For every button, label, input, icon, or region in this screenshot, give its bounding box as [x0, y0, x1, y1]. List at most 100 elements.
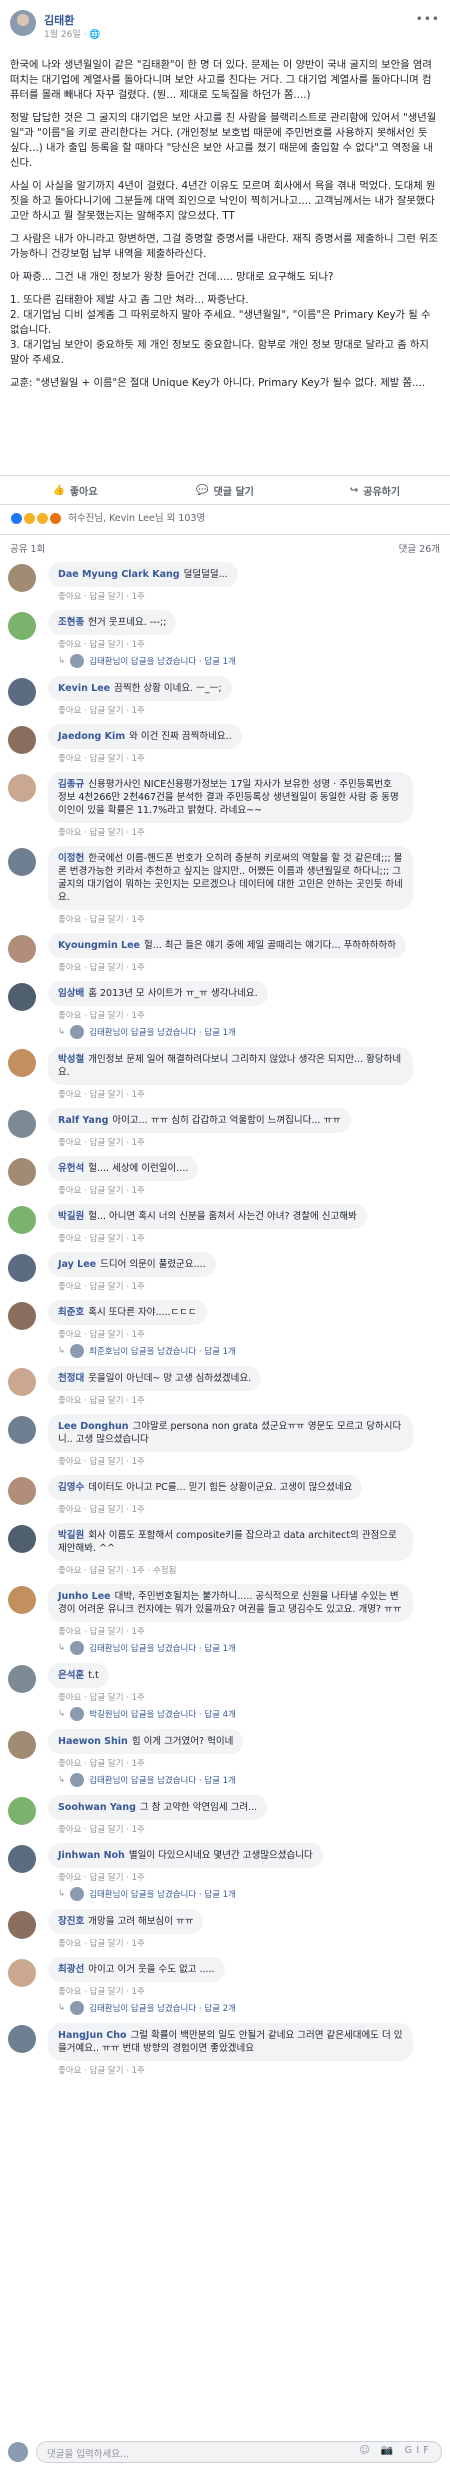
comment-actions[interactable]: 좋아요 · 답글 달기 · 1주 [58, 1985, 450, 1997]
author-name[interactable]: 김태환 [44, 12, 74, 28]
input-attachment-icons[interactable]: ☺ 📷 GIF [359, 2445, 433, 2456]
commenter-avatar[interactable] [8, 1731, 36, 1759]
commenter-avatar[interactable] [8, 1110, 36, 1138]
commenter-name[interactable]: Haewon Shin [58, 1736, 128, 1747]
comment-actions[interactable]: 좋아요 · 답글 달기 · 1주 [58, 1328, 450, 1340]
share-button[interactable]: ↪ 공유하기 [300, 476, 450, 504]
commenter-avatar[interactable] [8, 1797, 36, 1825]
comment-count[interactable]: 댓글 26개 [399, 541, 440, 555]
view-replies-link[interactable]: ↳ 김태환님이 답글을 남겼습니다 · 답글 1개 [58, 1025, 450, 1039]
view-replies-link[interactable]: ↳ 김태환님이 답글을 남겼습니다 · 답글 2개 [58, 2001, 450, 2015]
comment-actions[interactable]: 좋아요 · 답글 달기 · 1주 [58, 1757, 450, 1769]
commenter-name[interactable]: Soohwan Yang [58, 1802, 136, 1813]
commenter-name[interactable]: 이정헌 [58, 853, 84, 864]
commenter-avatar[interactable] [8, 1911, 36, 1939]
comment-actions[interactable]: 좋아요 · 답글 달기 · 1주 [58, 1184, 450, 1196]
comment-actions[interactable]: 좋아요 · 답글 달기 · 1주 [58, 1455, 450, 1467]
comment-actions[interactable]: 좋아요 · 답글 달기 · 1주 [58, 1280, 450, 1292]
post-meta[interactable]: 1월 26일 · 🌐 [44, 27, 100, 40]
commenter-name[interactable]: 천정대 [58, 1373, 84, 1384]
commenter-avatar[interactable] [8, 935, 36, 963]
comment-actions[interactable]: 좋아요 · 답글 달기 · 1주 [58, 1871, 450, 1883]
comment-actions[interactable]: 좋아요 · 답글 달기 · 1주 [58, 1503, 450, 1515]
commenter-name[interactable]: 유헌석 [58, 1163, 84, 1174]
commenter-name[interactable]: 박길원 [58, 1530, 84, 1541]
comment-actions[interactable]: 좋아요 · 답글 달기 · 1주 [58, 2064, 450, 2076]
commenter-name[interactable]: Ralf Yang [58, 1115, 108, 1126]
view-replies-link[interactable]: ↳ 박길원님이 답글을 남겼습니다 · 답글 4개 [58, 1707, 450, 1721]
comment-actions[interactable]: 좋아요 · 답글 달기 · 1주 [58, 826, 450, 838]
commenter-avatar[interactable] [8, 1254, 36, 1282]
commenter-avatar[interactable] [8, 1049, 36, 1077]
view-replies-link[interactable]: ↳ 김태환님이 답글을 남겼습니다 · 답글 1개 [58, 1641, 450, 1655]
commenter-avatar[interactable] [8, 1158, 36, 1186]
commenter-avatar[interactable] [8, 1845, 36, 1873]
comment-button[interactable]: 💬 댓글 달기 [150, 476, 300, 504]
comment-actions[interactable]: 좋아요 · 답글 달기 · 1주 [58, 1009, 450, 1021]
commenter-avatar[interactable] [8, 848, 36, 876]
commenter-name[interactable]: HangJun Cho [58, 2030, 127, 2041]
comment-actions[interactable]: 좋아요 · 답글 달기 · 1주 [58, 1136, 450, 1148]
commenter-name[interactable]: Jay Lee [58, 1259, 96, 1270]
commenter-avatar[interactable] [8, 1586, 36, 1614]
comment-actions[interactable]: 좋아요 · 답글 달기 · 1주 [58, 961, 450, 973]
commenter-name[interactable]: 최준호 [58, 1307, 84, 1318]
reply-summary: 김태환님이 답글을 남겼습니다 · 답글 1개 [89, 1028, 236, 1038]
commenter-avatar[interactable] [8, 983, 36, 1011]
view-replies-link[interactable]: ↳ 김태환님이 답글을 남겼습니다 · 답글 1개 [58, 1887, 450, 1901]
commenter-avatar[interactable] [8, 1416, 36, 1444]
view-replies-link[interactable]: ↳ 김태환님이 답글을 남겼습니다 · 답글 1개 [58, 1773, 450, 1787]
comment-actions[interactable]: 좋아요 · 답글 달기 · 1주 [58, 1394, 450, 1406]
commenter-avatar[interactable] [8, 1206, 36, 1234]
comment-actions[interactable]: 좋아요 · 답글 달기 · 1주 [58, 1232, 450, 1244]
comment-actions[interactable]: 좋아요 · 답글 달기 · 1주 [58, 1625, 450, 1637]
commenter-name[interactable]: 김종규 [58, 779, 84, 790]
comment-actions[interactable]: 좋아요 · 답글 달기 · 1주 [58, 638, 450, 650]
commenter-avatar[interactable] [8, 1368, 36, 1396]
comment-actions[interactable]: 좋아요 · 답글 달기 · 1주 [58, 1823, 450, 1835]
comment-actions[interactable]: 좋아요 · 답글 달기 · 1주 [58, 1088, 450, 1100]
commenter-name[interactable]: 김영수 [58, 1482, 84, 1493]
commenter-avatar[interactable] [8, 564, 36, 592]
comment-actions[interactable]: 좋아요 · 답글 달기 · 1주 · 수정됨 [58, 1564, 450, 1576]
like-button[interactable]: 👍 좋아요 [0, 476, 150, 504]
commenter-name[interactable]: 박성철 [58, 1054, 84, 1065]
commenter-avatar[interactable] [8, 678, 36, 706]
commenter-name[interactable]: Kevin Lee [58, 683, 110, 694]
author-avatar[interactable] [10, 10, 36, 36]
commenter-avatar[interactable] [8, 1959, 36, 1987]
commenter-name[interactable]: 조현종 [58, 617, 84, 628]
more-options-icon[interactable]: ••• [416, 12, 440, 26]
commenter-name[interactable]: 박길원 [58, 1211, 84, 1222]
post-paragraph: 교훈: "생년월일 + 이름"은 절대 Unique Key가 아니다. Pri… [10, 377, 426, 389]
commenter-avatar[interactable] [8, 1302, 36, 1330]
share-count[interactable]: 공유 1회 [10, 541, 45, 555]
comment-input[interactable]: 댓글을 입력하세요... ☺ 📷 GIF [36, 2441, 442, 2463]
commenter-avatar[interactable] [8, 774, 36, 802]
commenter-name[interactable]: Junho Lee [58, 1591, 111, 1602]
commenter-name[interactable]: 최광선 [58, 1964, 84, 1975]
comment-actions[interactable]: 좋아요 · 답글 달기 · 1주 [58, 1691, 450, 1703]
view-replies-link[interactable]: ↳ 최준호님이 답글을 남겼습니다 · 답글 1개 [58, 1344, 450, 1358]
commenter-name[interactable]: 장진호 [58, 1916, 84, 1927]
commenter-name[interactable]: 은석훈 [58, 1670, 84, 1681]
reactions-summary[interactable]: 허수진님, Kevin Lee님 외 103명 [10, 510, 440, 530]
commenter-avatar[interactable] [8, 1665, 36, 1693]
commenter-name[interactable]: Lee Donghun [58, 1421, 129, 1432]
commenter-name[interactable]: Dae Myung Clark Kang [58, 569, 180, 580]
commenter-avatar[interactable] [8, 1525, 36, 1553]
commenter-name[interactable]: Jaedong Kim [58, 731, 125, 742]
comment-actions[interactable]: 좋아요 · 답글 달기 · 1주 [58, 913, 450, 925]
commenter-name[interactable]: 임상배 [58, 988, 84, 999]
comment-actions[interactable]: 좋아요 · 답글 달기 · 1주 [58, 590, 450, 602]
commenter-avatar[interactable] [8, 726, 36, 754]
comment-actions[interactable]: 좋아요 · 답글 달기 · 1주 [58, 752, 450, 764]
comment-actions[interactable]: 좋아요 · 답글 달기 · 1주 [58, 704, 450, 716]
commenter-avatar[interactable] [8, 612, 36, 640]
commenter-avatar[interactable] [8, 1477, 36, 1505]
commenter-name[interactable]: Jinhwan Noh [58, 1850, 125, 1861]
view-replies-link[interactable]: ↳ 김태환님이 답글을 남겼습니다 · 답글 1개 [58, 654, 450, 668]
commenter-avatar[interactable] [8, 2025, 36, 2053]
commenter-name[interactable]: Kyoungmin Lee [58, 940, 140, 951]
comment-actions[interactable]: 좋아요 · 답글 달기 · 1주 [58, 1937, 450, 1949]
